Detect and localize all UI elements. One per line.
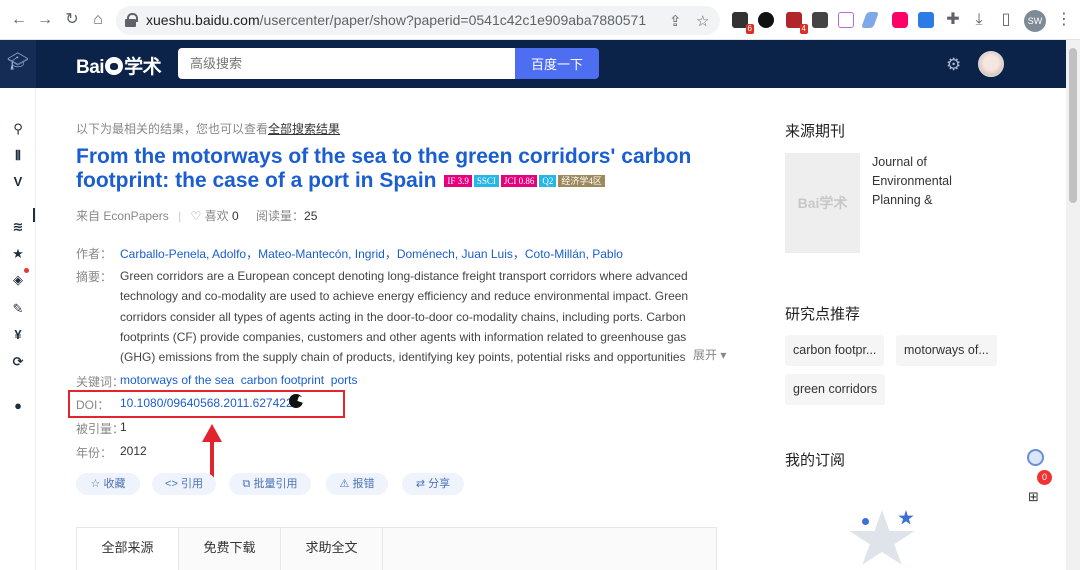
result-hint: 以下为最相关的结果，您也可以查看全部搜索结果	[76, 122, 341, 136]
rail-active-indicator	[33, 208, 35, 222]
bookmark-star-icon[interactable]: ☆	[696, 12, 709, 30]
download-icon[interactable]: ⤓	[970, 11, 988, 29]
notification-dot	[24, 268, 29, 273]
paw-icon	[105, 57, 124, 75]
extension-icon[interactable]	[812, 12, 828, 28]
browser-toolbar: ← → ↻ ⌂ xueshu.baidu.com/usercenter/pape…	[0, 0, 1080, 40]
avatar[interactable]	[978, 51, 1004, 77]
year-value: 2012	[120, 444, 147, 458]
collect-button[interactable]: ☆ 收藏	[76, 473, 140, 495]
rss-icon[interactable]: ≋	[9, 219, 27, 235]
cite-button[interactable]: <> 引用	[152, 473, 216, 495]
topics-heading: 研究点推荐	[785, 306, 861, 323]
tab-request-fulltext[interactable]: 求助全文	[281, 528, 383, 570]
cited-label: 被引量：	[76, 422, 125, 436]
library-icon[interactable]: ⫴	[9, 148, 27, 164]
like-button[interactable]: ♡ 喜欢 0	[191, 209, 239, 223]
forward-icon[interactable]: →	[36, 11, 54, 29]
graduation-cap-icon[interactable]: 🎓︎	[0, 40, 36, 88]
cited-count: 1	[120, 420, 127, 434]
abstract-text: Green corridors are a European concept d…	[120, 269, 689, 365]
search-button[interactable]: 百度一下	[515, 48, 599, 79]
extension-icon[interactable]	[861, 12, 879, 28]
metric-tag: 经济学4区	[558, 175, 605, 187]
journal-cover[interactable]: Bai学术	[785, 153, 860, 253]
puzzle-icon[interactable]: ✚	[944, 11, 962, 29]
report-button[interactable]: ⚠ 报错	[326, 473, 388, 495]
folder-add-icon[interactable]: ⊞	[1028, 489, 1039, 505]
metric-tag: SSCI	[473, 175, 499, 187]
journal-name[interactable]: Journal of Environmental Planning &	[872, 153, 972, 210]
search-icon[interactable]: ⚲	[9, 121, 27, 137]
journal-heading: 来源期刊	[785, 123, 846, 140]
expand-button[interactable]: 展开 ▾	[683, 346, 727, 363]
extension-icon[interactable]: 4	[786, 12, 808, 34]
batch-cite-button[interactable]: ⧉ 批量引用	[229, 473, 311, 495]
pen-icon[interactable]: ✎	[9, 301, 27, 317]
authors-label: 作者：	[76, 247, 113, 261]
doi-link[interactable]: 10.1080/09640568.2011.627422	[120, 396, 293, 410]
assistant-icon[interactable]	[1027, 449, 1044, 466]
extension-icon[interactable]	[838, 12, 854, 28]
source-tabs: 全部来源 免费下载 求助全文	[76, 527, 717, 570]
source-link[interactable]: 来自 EconPapers	[76, 209, 169, 223]
tab-free-download[interactable]: 免费下载	[179, 528, 281, 570]
subscribe-heading: 我的订阅	[785, 452, 846, 469]
float-badge: 0	[1037, 470, 1052, 485]
keywords-label: 关键词：	[76, 375, 125, 389]
back-icon[interactable]: ←	[10, 11, 28, 29]
extension-icon[interactable]	[918, 12, 934, 28]
scrollbar[interactable]	[1066, 40, 1080, 570]
topic-chip[interactable]: carbon footpr...	[785, 335, 885, 366]
scrollbar-thumb[interactable]	[1069, 48, 1077, 203]
paper-meta: 来自 EconPapers | ♡ 喜欢 0 阅读量：25	[76, 209, 318, 223]
v-icon[interactable]: V	[9, 174, 27, 189]
metric-tag: IF 3.9	[444, 175, 472, 187]
sidepanel-icon[interactable]: ▯	[997, 11, 1015, 29]
menu-dots-icon[interactable]: ⋮	[1055, 11, 1073, 29]
extension-icon[interactable]	[892, 12, 908, 28]
reload-icon[interactable]: ↻	[63, 11, 81, 29]
profile-avatar[interactable]: SW	[1024, 10, 1046, 32]
paper-tags: IF 3.9 SSCI JCI 0.86 Q2 经济学4区	[442, 169, 605, 192]
all-results-link[interactable]: 全部搜索结果	[268, 122, 340, 136]
star-icon[interactable]: ★	[9, 246, 27, 262]
yen-icon[interactable]: ¥	[9, 327, 27, 342]
abstract-label: 摘要：	[76, 270, 113, 284]
metric-tag: Q2	[539, 175, 557, 187]
doi-label: DOI：	[76, 398, 110, 412]
layers-icon[interactable]: ◈	[9, 272, 27, 288]
search-input[interactable]	[178, 48, 516, 79]
sync-icon[interactable]: ⟳	[9, 354, 27, 370]
authors-list[interactable]: Carballo-Penela, Adolfo，Mateo-Mantecón, …	[120, 245, 623, 262]
read-count: 25	[304, 209, 318, 223]
topic-chip[interactable]: motorways of...	[896, 335, 997, 366]
home-icon[interactable]: ⌂	[89, 11, 107, 29]
keywords-list[interactable]: motorways of the sea carbon footprint po…	[120, 373, 357, 387]
address-bar[interactable]: xueshu.baidu.com/usercenter/paper/show?p…	[116, 6, 720, 35]
share-icon[interactable]: ⇪	[669, 12, 682, 30]
tab-all-sources[interactable]: 全部来源	[77, 528, 179, 570]
url-text[interactable]: xueshu.baidu.com/usercenter/paper/show?p…	[146, 12, 646, 28]
extension-icon[interactable]	[758, 12, 774, 28]
sparkle-dot	[862, 518, 869, 525]
share-button[interactable]: ⇄ 分享	[402, 473, 464, 495]
topic-chip[interactable]: green corridors	[785, 374, 886, 405]
gear-icon[interactable]: ⚙	[946, 55, 961, 75]
small-star-icon	[898, 510, 914, 525]
extension-icon[interactable]: 6	[732, 12, 754, 34]
baidu-scholar-logo[interactable]: Bai 学术	[76, 52, 162, 79]
metric-tag: JCI 0.86	[500, 175, 538, 187]
year-label: 年份：	[76, 446, 113, 460]
pacman-icon[interactable]	[289, 394, 303, 408]
user-icon[interactable]: ●	[9, 398, 27, 413]
paper-title[interactable]: From the motorways of the sea to the gre…	[76, 145, 726, 193]
lock-icon	[125, 13, 138, 27]
